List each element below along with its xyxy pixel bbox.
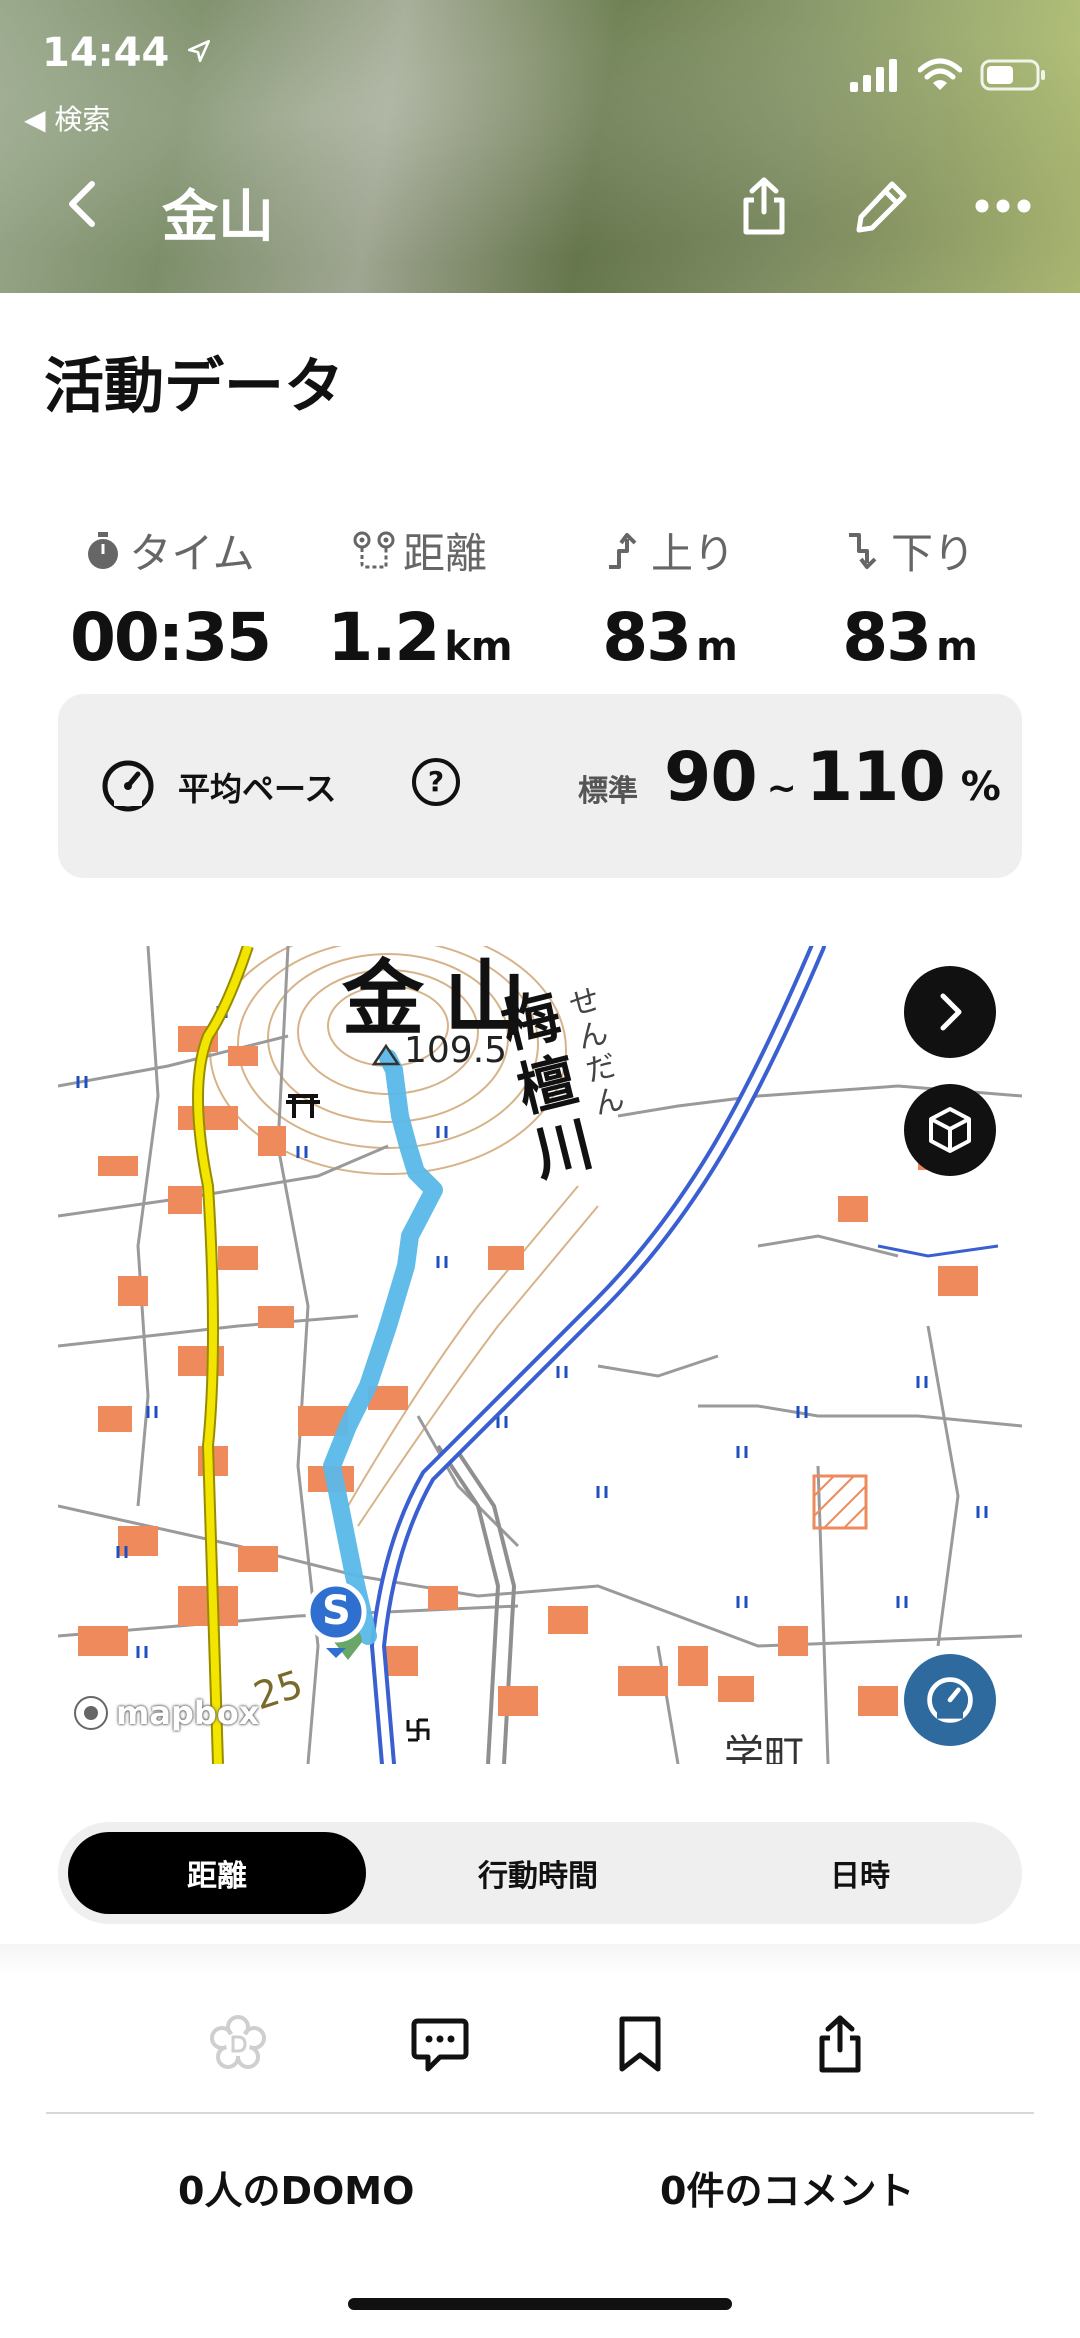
battery-icon bbox=[980, 59, 1045, 91]
speedometer-icon bbox=[102, 760, 154, 812]
page-title: 金山 bbox=[162, 185, 274, 250]
descent-icon bbox=[848, 532, 877, 569]
pace-standard-label: 標準 bbox=[578, 774, 638, 809]
average-pace-card: 平均ペース ? 標準 90 ~110% bbox=[58, 694, 1022, 878]
share-icon[interactable] bbox=[738, 176, 790, 236]
stat-time: タイム 00:35 bbox=[60, 520, 280, 676]
mapbox-attribution[interactable]: mapbox bbox=[72, 1694, 259, 1732]
route-distance-icon bbox=[353, 531, 395, 568]
stat-descent-unit: m bbox=[936, 624, 978, 670]
domo-count-link[interactable]: 0人のDOMO bbox=[178, 2160, 414, 2215]
stat-distance-value: 1.2 bbox=[327, 599, 440, 676]
route-map[interactable]: 金山 109.5 梅檀川 せんだん 25 学町 S mapbox bbox=[58, 946, 1022, 1764]
chart-axis-segmented-control: 距離 行動時間 日時 bbox=[58, 1822, 1022, 1924]
average-pace-label: 平均ペース bbox=[178, 770, 337, 808]
pace-percent-unit: % bbox=[960, 764, 1001, 810]
map-3d-view-button[interactable] bbox=[904, 1084, 996, 1176]
stat-distance-label: 距離 bbox=[402, 529, 487, 578]
nav-actions bbox=[738, 176, 1032, 236]
stats-row: タイム 00:35 距離 1.2 km 上り 83 m 下り 83 m bbox=[60, 520, 1020, 676]
stat-descent-label: 下り bbox=[890, 529, 975, 578]
comment-count-link[interactable]: 0件のコメント bbox=[660, 2160, 914, 2215]
home-indicator bbox=[348, 2298, 732, 2310]
speedometer-icon bbox=[927, 1677, 973, 1723]
stat-descent-value: 83 bbox=[842, 599, 932, 676]
bookmark-button[interactable] bbox=[600, 2004, 680, 2084]
divider bbox=[46, 2112, 1034, 2114]
back-to-search-link[interactable]: ◀ 検索 bbox=[24, 98, 110, 138]
start-marker-label: S bbox=[322, 1588, 351, 1634]
stat-distance-unit: km bbox=[444, 624, 513, 670]
bottom-bar-shadow bbox=[0, 1944, 1080, 1974]
stat-ascent-label: 上り bbox=[650, 529, 735, 578]
domo-button[interactable] bbox=[198, 2004, 278, 2084]
ascent-icon bbox=[608, 532, 637, 569]
pace-tilde: ~ bbox=[766, 768, 797, 809]
chevron-right-icon bbox=[940, 993, 962, 1031]
share-activity-button[interactable] bbox=[800, 2004, 880, 2084]
edit-pencil-icon[interactable] bbox=[854, 178, 910, 234]
stat-descent: 下り 83 m bbox=[800, 520, 1020, 676]
tab-moving-time[interactable]: 行動時間 bbox=[388, 1832, 688, 1914]
pace-min: 90 bbox=[664, 738, 758, 817]
pace-max: 110 bbox=[805, 738, 946, 817]
section-title: 活動データ bbox=[44, 352, 344, 422]
stat-ascent-unit: m bbox=[696, 624, 738, 670]
cube-3d-icon bbox=[929, 1107, 971, 1153]
stat-ascent-value: 83 bbox=[602, 599, 692, 676]
map-peak-elevation: 109.5 bbox=[404, 1030, 508, 1071]
more-options-icon[interactable] bbox=[974, 196, 1032, 216]
help-question-icon[interactable]: ? bbox=[412, 758, 460, 806]
domo-flower-icon bbox=[210, 2015, 266, 2069]
tab-datetime[interactable]: 日時 bbox=[710, 1832, 1010, 1914]
bottom-action-bar bbox=[0, 2004, 1080, 2084]
location-arrow-icon bbox=[187, 39, 211, 63]
stat-ascent: 上り 83 m bbox=[560, 520, 780, 676]
stat-distance: 距離 1.2 km bbox=[300, 520, 540, 676]
map-expand-button[interactable] bbox=[904, 966, 996, 1058]
comment-button[interactable] bbox=[400, 2004, 480, 2084]
status-time: 14:44 bbox=[42, 30, 170, 76]
map-district-name: 学町 bbox=[724, 1732, 804, 1764]
signal-icon bbox=[850, 59, 897, 92]
pace-range-value: 90 ~110% bbox=[664, 738, 1001, 817]
stat-time-value: 00:35 bbox=[69, 599, 272, 676]
bookmark-icon bbox=[619, 2016, 661, 2072]
comment-bubble-icon bbox=[411, 2018, 469, 2072]
mapbox-logo-icon bbox=[74, 1696, 108, 1730]
status-icons bbox=[848, 58, 1046, 92]
map-pace-button[interactable] bbox=[904, 1654, 996, 1746]
stat-time-label: タイム bbox=[129, 529, 255, 578]
back-chevron-icon[interactable] bbox=[62, 178, 102, 230]
stopwatch-icon bbox=[88, 531, 119, 569]
share-icon bbox=[819, 2015, 861, 2073]
mapbox-attribution-text: mapbox bbox=[116, 1694, 260, 1732]
wifi-icon bbox=[918, 58, 962, 90]
tab-distance[interactable]: 距離 bbox=[68, 1832, 366, 1914]
